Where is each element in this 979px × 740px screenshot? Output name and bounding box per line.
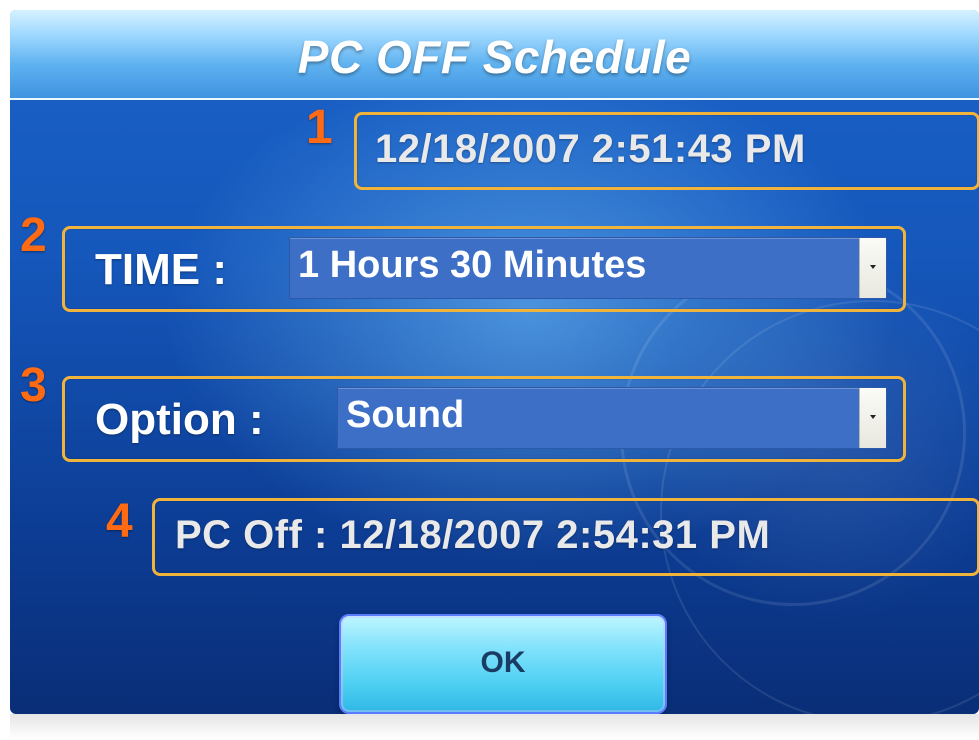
title-bar: PC OFF Schedule [10, 10, 979, 100]
time-label: TIME : [95, 245, 227, 294]
window-title: PC OFF Schedule [297, 31, 692, 83]
callout-marker-1: 1 [306, 101, 333, 154]
time-row-box: TIME : 1 Hours 30 Minutes [62, 226, 906, 312]
current-datetime: 12/18/2007 2:51:43 PM [375, 127, 806, 171]
chevron-down-icon [870, 415, 876, 419]
ok-button-label: OK [480, 646, 526, 679]
option-select[interactable]: Sound [337, 387, 887, 449]
option-row-box: Option : Sound [62, 376, 906, 462]
chevron-down-icon [870, 265, 876, 269]
ok-button[interactable]: OK [339, 614, 667, 714]
time-select[interactable]: 1 Hours 30 Minutes [289, 237, 887, 299]
callout-marker-3: 3 [20, 359, 47, 412]
current-datetime-box: 12/18/2007 2:51:43 PM [354, 112, 979, 190]
time-dropdown-button[interactable] [859, 238, 886, 298]
option-label: Option : [95, 395, 264, 444]
dialog-window: PC OFF Schedule 1 12/18/2007 2:51:43 PM … [10, 10, 979, 714]
time-select-value: 1 Hours 30 Minutes [298, 244, 647, 286]
pc-off-box: PC Off : 12/18/2007 2:54:31 PM [152, 498, 979, 576]
callout-marker-2: 2 [20, 209, 47, 262]
callout-marker-4: 4 [106, 495, 133, 548]
option-select-value: Sound [346, 394, 465, 436]
pc-off-datetime: PC Off : 12/18/2007 2:54:31 PM [175, 513, 771, 557]
option-dropdown-button[interactable] [859, 388, 886, 448]
window-shadow [10, 714, 979, 740]
